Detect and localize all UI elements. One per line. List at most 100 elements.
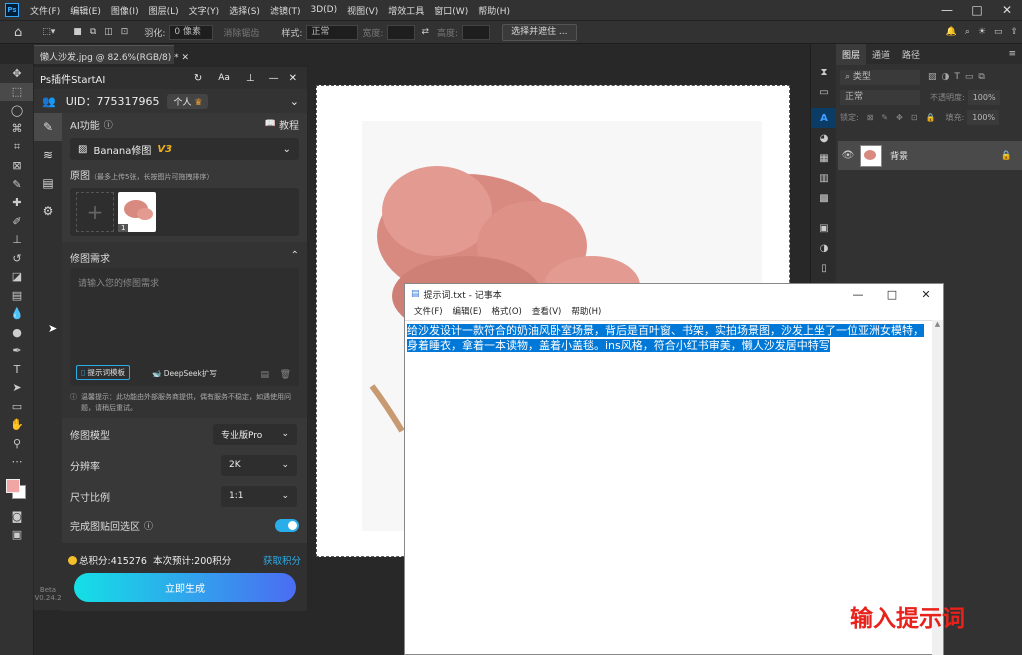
trash-icon[interactable]: 🗑 xyxy=(280,370,291,380)
tab-paths[interactable]: 路径 xyxy=(896,44,926,65)
palette-icon[interactable]: ◕ xyxy=(811,128,837,148)
notepad-menu-format[interactable]: 格式(O) xyxy=(487,305,527,317)
adjustments-icon[interactable]: ◑ xyxy=(811,238,837,258)
quick-mask-icon[interactable]: ◙ xyxy=(0,507,34,526)
properties-icon[interactable]: ▯ xyxy=(811,258,837,278)
notepad-menu-file[interactable]: 文件(F) xyxy=(409,305,448,317)
swatches-icon[interactable]: ▦ xyxy=(811,148,837,168)
close-plugin-icon[interactable]: ✕ xyxy=(289,73,297,84)
paste-info-icon[interactable]: ⓘ xyxy=(144,519,153,532)
pin-icon[interactable]: ⊥ xyxy=(246,73,255,84)
marquee-tool-icon[interactable]: ⬚▾ xyxy=(42,27,55,37)
type-tool-icon[interactable]: T xyxy=(0,360,34,379)
paste-back-toggle[interactable] xyxy=(275,518,299,532)
swap-icon[interactable]: ⇄ xyxy=(421,27,429,37)
filter-icons[interactable]: ▨◑T▭⧉ xyxy=(928,72,990,82)
antialias-checkbox[interactable]: 消除锯齿 xyxy=(223,26,259,39)
notes-icon[interactable]: ▤ xyxy=(34,169,62,197)
model-select[interactable]: 专业版Pro ⌄ xyxy=(213,423,297,445)
crop-tool-icon[interactable]: ⌗ xyxy=(0,138,34,157)
notepad-menu-view[interactable]: 查看(V) xyxy=(527,305,566,317)
notification-icon[interactable]: 🔔 xyxy=(946,27,957,37)
clipboard-icon[interactable]: ▤ xyxy=(260,370,269,380)
eraser-tool-icon[interactable]: ◪ xyxy=(0,268,34,287)
color-swatches[interactable] xyxy=(0,471,33,507)
opacity-input[interactable]: 100% xyxy=(967,89,1000,105)
ai-function-select[interactable]: ▨ Banana修图 V3 ⌄ xyxy=(70,138,299,160)
tab-channels[interactable]: 通道 xyxy=(866,44,896,65)
pen-tool-icon[interactable]: ✒ xyxy=(0,342,34,361)
blur-tool-icon[interactable]: 💧 xyxy=(0,305,34,324)
get-points-link[interactable]: 获取积分 xyxy=(263,553,301,567)
tutorial-link[interactable]: 教程 xyxy=(279,117,299,132)
chevron-up-icon[interactable]: ⌃ xyxy=(291,250,299,262)
more-tools-icon[interactable]: ⋯ xyxy=(0,453,34,472)
layer-filter-select[interactable]: ⌕ 类型 xyxy=(840,69,920,85)
style-select[interactable]: 正常 xyxy=(306,24,359,40)
notepad-maximize-button[interactable]: □ xyxy=(875,288,909,301)
notepad-close-button[interactable]: ✕ xyxy=(909,288,943,301)
healing-tool-icon[interactable]: ✚ xyxy=(0,194,34,213)
new-selection-icon[interactable]: ■ xyxy=(73,27,82,37)
history-icon[interactable]: ⧗ xyxy=(811,62,837,82)
chevron-down-icon[interactable]: ⌄ xyxy=(290,95,299,108)
menu-image[interactable]: 图像(I) xyxy=(106,4,144,17)
menu-view[interactable]: 视图(V) xyxy=(342,4,383,17)
layers-icon[interactable]: ≋ xyxy=(34,141,62,169)
document-tab[interactable]: 懒人沙发.jpg @ 82.6%(RGB/8) * ✕ xyxy=(34,45,189,64)
eyedropper-tool-icon[interactable]: ✎ xyxy=(0,175,34,194)
startai-icon[interactable]: A xyxy=(811,108,837,128)
search-icon[interactable]: ⌕ xyxy=(965,27,970,37)
workspace-icon[interactable]: ▭ xyxy=(994,27,1003,37)
gradient-tool-icon[interactable]: ▤ xyxy=(0,286,34,305)
ratio-select[interactable]: 1:1 ⌄ xyxy=(221,485,297,507)
subtract-selection-icon[interactable]: ◫ xyxy=(104,27,113,37)
brush-tool-icon[interactable]: ✐ xyxy=(0,212,34,231)
libraries-icon[interactable]: ▣ xyxy=(811,218,837,238)
menu-window[interactable]: 窗口(W) xyxy=(429,4,473,17)
learn-icon[interactable]: ☀ xyxy=(978,27,986,37)
zoom-tool-icon[interactable]: ⚲ xyxy=(0,434,34,453)
layer-row-background[interactable]: 👁 背景 🔒 xyxy=(838,141,1022,170)
resolution-select[interactable]: 2K ⌄ xyxy=(221,454,297,476)
deepseek-button[interactable]: 🐋 DeepSeek扩写 xyxy=(152,368,217,379)
upload-area[interactable]: + 1 xyxy=(70,188,299,236)
dodge-tool-icon[interactable]: ● xyxy=(0,323,34,342)
screen-mode-icon[interactable]: ▣ xyxy=(0,526,34,545)
lasso-tool-icon[interactable]: ◯ xyxy=(0,101,34,120)
stamp-tool-icon[interactable]: ⊥ xyxy=(0,231,34,250)
scroll-up-icon[interactable]: ▲ xyxy=(932,320,943,328)
comments-icon[interactable]: ▭ xyxy=(811,82,837,102)
select-and-mask-button[interactable]: 选择并遮住 ... xyxy=(502,23,577,41)
account-type-badge[interactable]: 个人 ♛ xyxy=(167,93,209,109)
add-selection-icon[interactable]: ⧉ xyxy=(90,27,96,37)
home-icon[interactable]: ⌂ xyxy=(14,25,22,40)
feather-input[interactable]: 0 像素 xyxy=(169,24,214,40)
move-tool-icon[interactable]: ✥ xyxy=(0,64,34,83)
menu-file[interactable]: 文件(F) xyxy=(25,4,65,17)
add-image-icon[interactable]: + xyxy=(76,192,114,232)
menu-edit[interactable]: 编辑(E) xyxy=(65,4,106,17)
prompt-template-button[interactable]: ▯ 提示词模板 xyxy=(76,365,131,380)
history-brush-tool-icon[interactable]: ↺ xyxy=(0,249,34,268)
collapse-panel-icon[interactable]: — xyxy=(269,73,279,84)
tab-layers[interactable]: 图层 xyxy=(836,43,867,65)
info-icon[interactable]: ⓘ xyxy=(104,118,113,131)
hand-tool-icon[interactable]: ✋ xyxy=(0,416,34,435)
panel-menu-icon[interactable]: ≡ xyxy=(1002,45,1022,63)
gradients-icon[interactable]: ▥ xyxy=(811,168,837,188)
frame-tool-icon[interactable]: ⊠ xyxy=(0,157,34,176)
width-input[interactable] xyxy=(387,24,416,40)
settings-icon[interactable]: ⚙ xyxy=(34,197,62,225)
lock-icons[interactable]: ⊠✎✥⊡🔒 xyxy=(867,113,944,122)
requirement-textarea[interactable]: 请输入您的修图需求 ▯ 提示词模板 🐋 DeepSeek扩写 ▤ 🗑 xyxy=(70,268,299,386)
notepad-menu-help[interactable]: 帮助(H) xyxy=(566,305,606,317)
patterns-icon[interactable]: ▩ xyxy=(811,188,837,208)
notepad-minimize-button[interactable]: — xyxy=(841,288,875,301)
refresh-icon[interactable]: ↻ xyxy=(194,73,202,84)
generate-button[interactable]: 立即生成 xyxy=(74,573,296,602)
quick-select-tool-icon[interactable]: ⌘ xyxy=(0,120,34,139)
intersect-selection-icon[interactable]: ⊡ xyxy=(121,27,129,37)
minimize-button[interactable]: — xyxy=(932,3,962,17)
menu-layer[interactable]: 图层(L) xyxy=(144,4,184,17)
